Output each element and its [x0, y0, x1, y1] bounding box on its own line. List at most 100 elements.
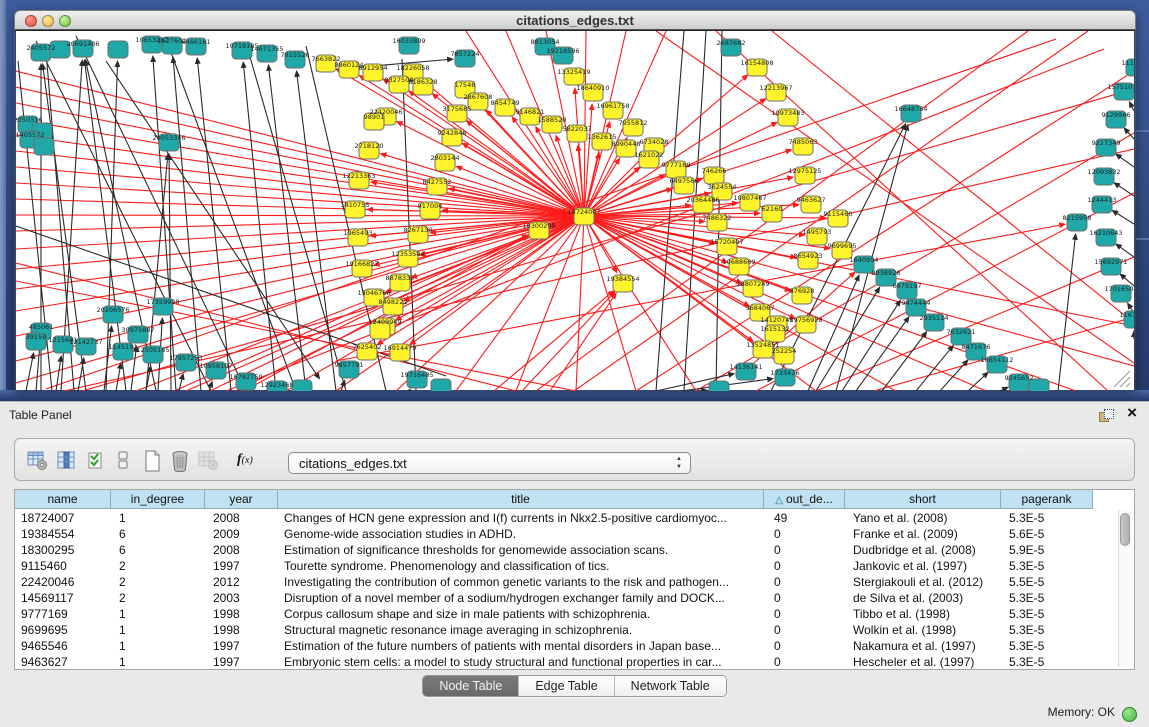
table-cell: de Silva et al. (2003)	[845, 590, 1001, 606]
table-vertical-scrollbar[interactable]	[1118, 510, 1132, 667]
table-cell: 6	[111, 526, 205, 542]
close-panel-icon[interactable]: ×	[1127, 404, 1137, 422]
table-cell: 0	[764, 574, 845, 590]
table-cell: Wolkin et al. (1998)	[845, 622, 1001, 638]
table-cell: 0	[764, 654, 845, 670]
network-node[interactable]	[34, 138, 54, 155]
svg-text:8813054: 8813054	[531, 38, 560, 46]
combobox-stepper-icon[interactable]: ▲▼	[676, 455, 682, 471]
table-row[interactable]: 2242004622012Investigating the contribut…	[15, 574, 1093, 590]
svg-text:1588520: 1588520	[538, 116, 567, 124]
svg-text:8498222: 8498222	[379, 298, 408, 306]
svg-text:876928: 876928	[790, 287, 815, 295]
table-row[interactable]: 1872400712008Changes of HCN gene express…	[15, 510, 1093, 526]
svg-text:15720407: 15720407	[710, 238, 743, 246]
network-node[interactable]	[108, 41, 128, 58]
svg-text:8990448: 8990448	[612, 140, 641, 148]
column-header-year[interactable]: year	[205, 490, 278, 509]
table-row[interactable]: 969969511998Structural magnetic resonanc…	[15, 622, 1093, 638]
svg-text:1244413: 1244413	[1088, 196, 1117, 204]
table-cell: Jankovic et al. (1997)	[845, 558, 1001, 574]
svg-text:1145191: 1145191	[109, 343, 138, 351]
table-row[interactable]: 1938455462009Genome-wide association stu…	[15, 526, 1093, 542]
svg-text:3684067: 3684067	[746, 304, 775, 312]
table-cell: 5.5E-5	[1001, 574, 1093, 590]
table-row[interactable]: 911546021997Tourette syndrome. Phenomeno…	[15, 558, 1093, 574]
table-cell: 49	[764, 510, 845, 526]
table-cell: Yano et al. (2008)	[845, 510, 1001, 526]
svg-text:10688609: 10688609	[722, 258, 755, 266]
svg-text:12093832: 12093832	[1087, 168, 1120, 176]
column-header-short[interactable]: short	[845, 490, 1001, 509]
svg-text:1640954: 1640954	[850, 256, 879, 264]
svg-text:1405572: 1405572	[16, 131, 44, 139]
table-cell: Genome-wide association studies in ADHD.	[278, 526, 764, 542]
table-row[interactable]: 1456911722003Disruption of a novel membe…	[15, 590, 1093, 606]
desktop-seam	[1136, 130, 1149, 132]
table-cell: Corpus callosum shape and size in male p…	[278, 606, 764, 622]
table-row[interactable]: 1830029562008Estimation of significance …	[15, 542, 1093, 558]
table-cell: Investigating the contribution of common…	[278, 574, 764, 590]
svg-text:9115460: 9115460	[824, 210, 853, 218]
svg-text:12505185: 12505185	[136, 346, 169, 354]
new-table-icon[interactable]	[143, 450, 163, 471]
network-canvas[interactable]: 2405572206914061065328715276026466161107…	[15, 30, 1135, 390]
table-settings-icon[interactable]	[27, 450, 47, 471]
table-cell: 0	[764, 638, 845, 654]
rows-icon[interactable]	[116, 450, 136, 471]
network-node[interactable]	[709, 381, 729, 391]
network-window-titlebar[interactable]: citations_edges.txt	[14, 10, 1136, 30]
column-header-in_degree[interactable]: in_degree	[111, 490, 205, 509]
table-cell: 2009	[205, 526, 278, 542]
select-column-icon[interactable]	[57, 450, 77, 471]
float-panel-icon[interactable]	[1099, 409, 1113, 422]
column-header-pagerank[interactable]: pagerank	[1001, 490, 1093, 509]
svg-text:2405572: 2405572	[27, 44, 56, 52]
svg-text:3175685: 3175685	[443, 105, 472, 113]
scrollbar-thumb[interactable]	[1120, 513, 1130, 546]
svg-text:2718120: 2718120	[355, 142, 384, 150]
svg-text:15046766: 15046766	[357, 289, 390, 297]
svg-text:17359928: 17359928	[146, 298, 179, 306]
table-cell: 9465546	[15, 638, 111, 654]
svg-text:9245652: 9245652	[1005, 374, 1034, 382]
table-cell: 1997	[205, 558, 278, 574]
svg-text:1965493: 1965493	[344, 229, 373, 237]
network-node[interactable]	[431, 379, 451, 391]
table-cell: 1997	[205, 654, 278, 670]
svg-text:917004: 917004	[418, 202, 443, 210]
table-row[interactable]: 977716911998Corpus callosum shape and si…	[15, 606, 1093, 622]
svg-text:12409949: 12409949	[368, 318, 401, 326]
select-all-checks-icon[interactable]	[87, 450, 107, 471]
svg-text:1621022: 1621022	[635, 151, 664, 159]
table-cell: 5.3E-5	[1001, 654, 1093, 670]
table-row[interactable]: 946362711997Embryonic stem cells: a mode…	[15, 654, 1093, 670]
table-cell: 18724007	[15, 510, 111, 526]
svg-text:15692971: 15692971	[1094, 258, 1127, 266]
column-header-title[interactable]: title	[278, 490, 764, 509]
tab-edge-table[interactable]: Edge Table	[519, 676, 614, 696]
table-row[interactable]: 946554611997Estimation of the future num…	[15, 638, 1093, 654]
table-cell: 19384554	[15, 526, 111, 542]
table-panel: Table Panel × f(x) citations_edges.txt ▲…	[0, 401, 1149, 727]
svg-text:12923468: 12923468	[260, 381, 293, 389]
svg-text:19166827: 19166827	[345, 260, 378, 268]
canvas-resize-grip[interactable]	[1114, 371, 1130, 387]
svg-text:6497568: 6497568	[670, 177, 699, 185]
delete-rows-trash-icon[interactable]	[170, 450, 190, 471]
svg-text:9777169: 9777169	[662, 161, 691, 169]
function-builder-icon[interactable]: f(x)	[237, 452, 257, 473]
column-header-out_de[interactable]: △out_de...	[764, 490, 845, 509]
table-cell: Estimation of the future numbers of pati…	[278, 638, 764, 654]
table-cell: Dudbridge et al. (2008)	[845, 542, 1001, 558]
column-header-name[interactable]: name	[15, 490, 111, 509]
svg-text:20206576: 20206576	[96, 306, 129, 314]
svg-text:1112816: 1112816	[1122, 59, 1134, 67]
network-node[interactable]	[292, 380, 312, 391]
table-selector-combobox[interactable]: citations_edges.txt ▲▼	[288, 452, 691, 474]
tab-network-table[interactable]: Network Table	[615, 676, 726, 696]
tab-node-table[interactable]: Node Table	[423, 676, 519, 696]
table-cell: 1	[111, 622, 205, 638]
table-cell: 0	[764, 606, 845, 622]
table-cell: 2	[111, 590, 205, 606]
